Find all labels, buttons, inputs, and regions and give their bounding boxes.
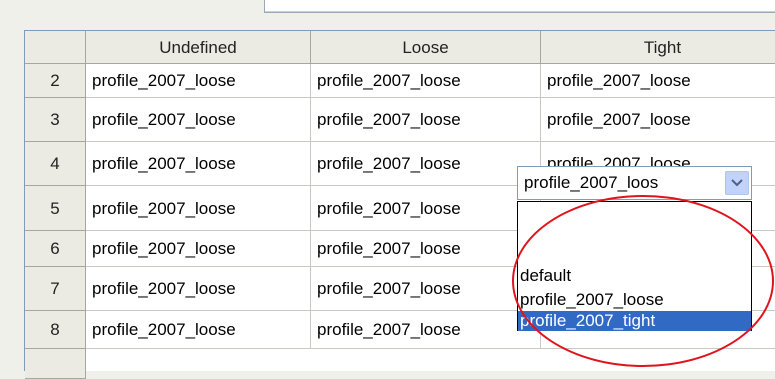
option-blank[interactable] xyxy=(518,205,751,231)
row-header[interactable]: 3 xyxy=(25,98,86,142)
table-cell[interactable]: profile_2007_loose xyxy=(86,311,311,349)
corner-header xyxy=(25,31,86,64)
table-cell[interactable]: profile_2007_loose xyxy=(311,267,541,311)
dropdown-button[interactable] xyxy=(725,171,749,195)
table-cell[interactable]: profile_2007_loose xyxy=(311,64,541,98)
chevron-down-icon xyxy=(731,179,743,187)
table-cell[interactable]: profile_2007_loose xyxy=(86,186,311,231)
table-cell[interactable]: profile_2007_loose xyxy=(86,231,311,267)
dropdown-list[interactable]: default profile_2007_loose profile_2007_… xyxy=(517,201,752,331)
option-default[interactable]: default xyxy=(518,263,751,289)
row-header[interactable]: 7 xyxy=(25,267,86,311)
option-profile-2007-tight[interactable]: profile_2007_tight xyxy=(518,311,751,331)
table-cell[interactable]: profile_2007_loose xyxy=(86,142,311,186)
option-profile-2007-loose[interactable]: profile_2007_loose xyxy=(518,287,751,313)
table-cell[interactable]: profile_2007_loose xyxy=(311,142,541,186)
table-cell[interactable]: profile_2007_loose xyxy=(86,98,311,142)
row-header[interactable]: 8 xyxy=(25,311,86,349)
row-header[interactable]: 5 xyxy=(25,186,86,231)
row-header[interactable]: 4 xyxy=(25,142,86,186)
table-cell[interactable]: profile_2007_loose xyxy=(311,231,541,267)
table-cell[interactable]: profile_2007_loose xyxy=(541,64,775,98)
table-cell[interactable]: profile_2007_loose xyxy=(86,267,311,311)
table-cell[interactable]: profile_2007_loose xyxy=(311,311,541,349)
column-header-loose[interactable]: Loose xyxy=(311,31,541,64)
row-header[interactable] xyxy=(25,349,86,379)
tight-profile-combobox[interactable]: profile_2007_loos xyxy=(517,166,752,200)
combobox-value: profile_2007_loos xyxy=(524,173,659,192)
table-cell[interactable]: profile_2007_loose xyxy=(311,186,541,231)
table-cell[interactable]: profile_2007_loose xyxy=(86,64,311,98)
row-header[interactable]: 2 xyxy=(25,64,86,98)
column-header-tight[interactable]: Tight xyxy=(541,31,775,64)
top-input-field[interactable] xyxy=(264,0,775,13)
table-cell[interactable]: profile_2007_loose xyxy=(541,98,775,142)
column-header-undefined[interactable]: Undefined xyxy=(86,31,311,64)
row-header[interactable]: 6 xyxy=(25,231,86,267)
table-cell[interactable]: profile_2007_loose xyxy=(311,98,541,142)
